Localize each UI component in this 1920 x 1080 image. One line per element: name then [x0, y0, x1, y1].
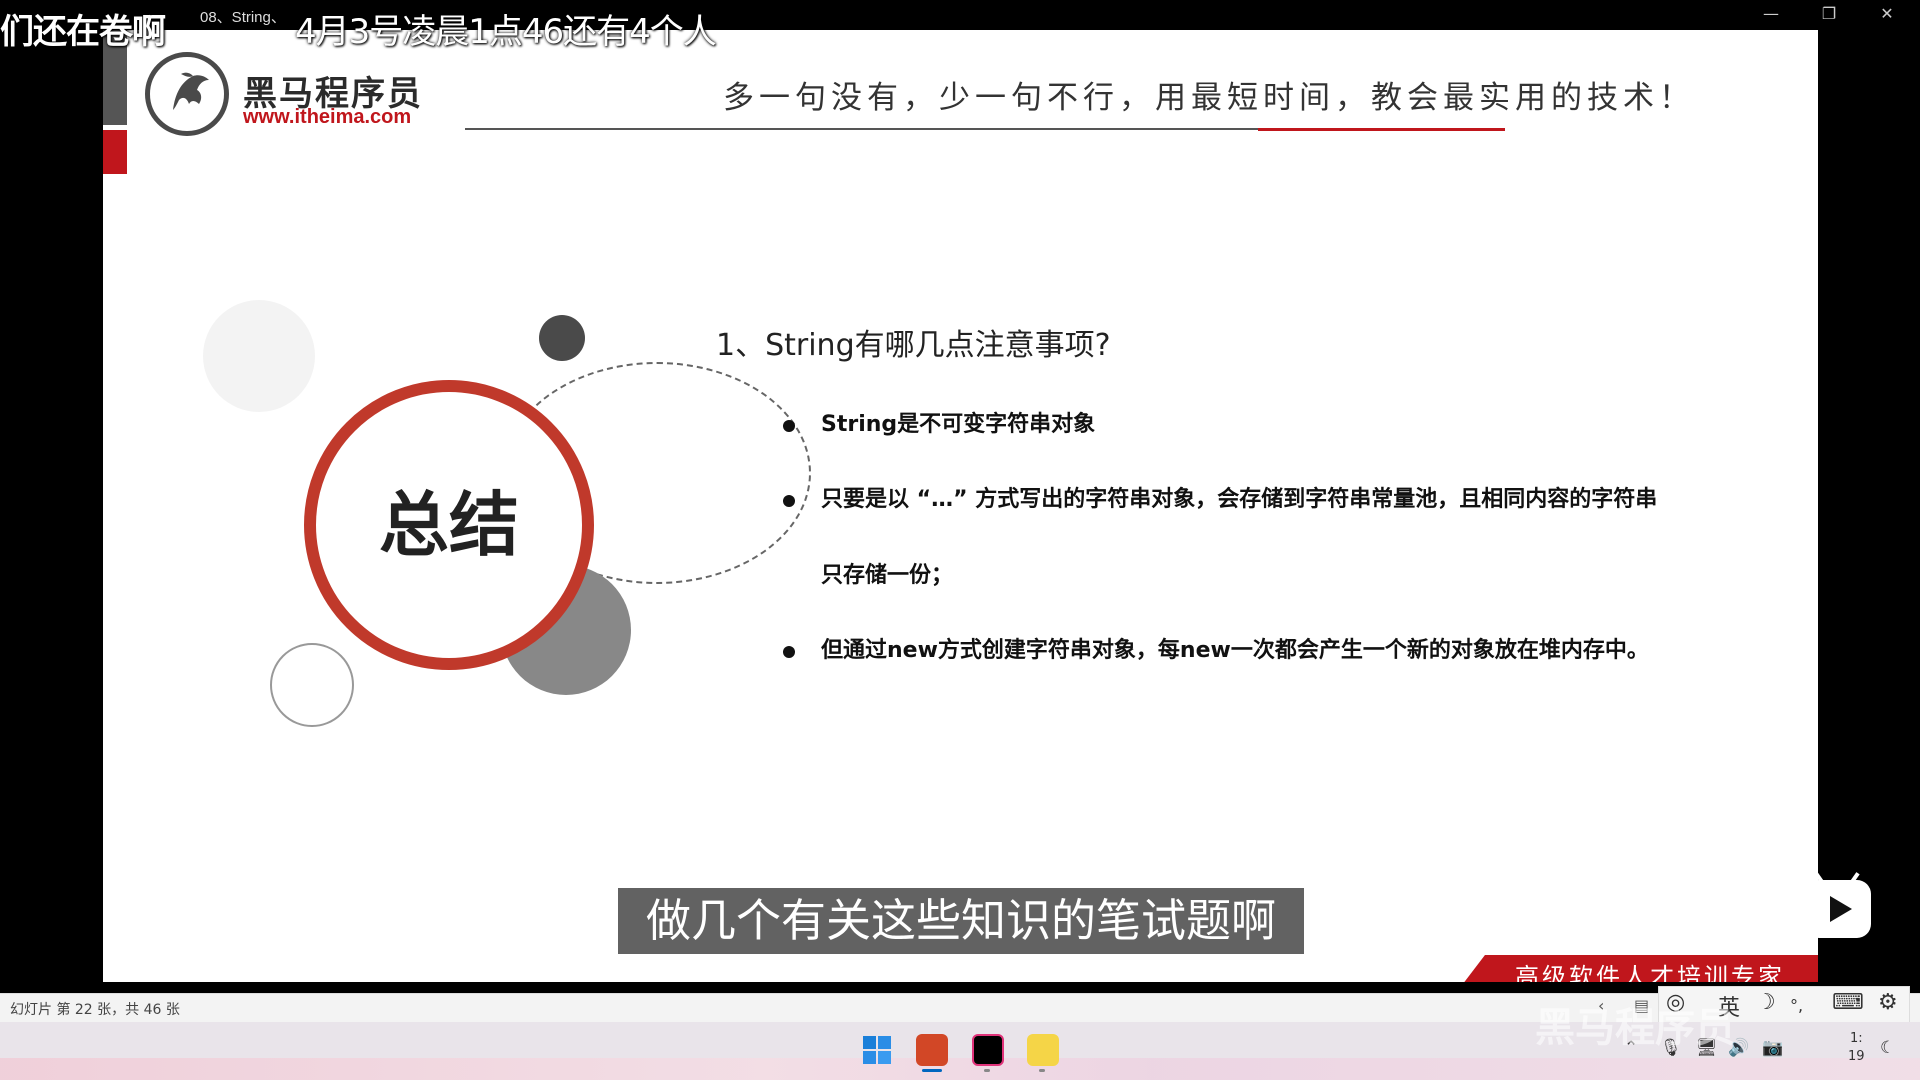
decorative-small-ring: [270, 643, 354, 727]
bullet-dot: [783, 420, 795, 432]
taskbar-background: [0, 1058, 1920, 1080]
gear-icon[interactable]: ⚙: [1878, 990, 1898, 1015]
decorative-circle-light: [203, 300, 315, 412]
notification-moon-icon[interactable]: ☾: [1880, 1038, 1895, 1058]
window-title: 08、String、: [200, 9, 286, 26]
slide-accent-bar-red: [103, 130, 127, 174]
moon-icon[interactable]: ☽: [1756, 990, 1776, 1015]
bullet-text-1: String是不可变字符串对象: [821, 412, 1096, 437]
restore-button[interactable]: ❐: [1800, 0, 1858, 30]
windows-start-icon[interactable]: [862, 1035, 892, 1065]
keyboard-icon[interactable]: ⌨: [1832, 990, 1864, 1015]
window-title-bar: [0, 0, 1920, 30]
bullet-text-3: 但通过new方式创建字符串对象，每new一次都会产生一个新的对象放在堆内存中。: [821, 638, 1649, 663]
camera-icon[interactable]: 📷: [1762, 1038, 1783, 1058]
slide-count: 幻灯片 第 22 张，共 46 张: [10, 1002, 180, 1018]
danmaku-comment: 4月3号凌晨1点46还有4个人: [295, 12, 717, 52]
horse-logo-icon: [173, 72, 209, 110]
running-app-indicator: [984, 1069, 990, 1072]
header-divider-accent: [1258, 128, 1505, 131]
sticky-notes-icon[interactable]: [1027, 1034, 1059, 1066]
slide-slogan: 多一句没有，少一句不行，用最短时间，教会最实用的技术！: [723, 80, 1695, 116]
presentation-slide: 黑马程序员 www.itheima.com 多一句没有，少一句不行，用最短时间，…: [103, 30, 1818, 982]
powerpoint-icon[interactable]: [916, 1034, 948, 1066]
bullet-dot: [783, 646, 795, 658]
bullet-dot: [783, 495, 795, 507]
video-subtitle: 做几个有关这些知识的笔试题啊: [618, 888, 1304, 954]
punctuation-icon[interactable]: °,: [1790, 996, 1803, 1015]
taskbar-clock[interactable]: 1: 19: [1848, 1030, 1865, 1066]
summary-title: 总结: [379, 484, 519, 566]
video-watermark: 黑马程序员: [1535, 1005, 1735, 1051]
decorative-dot-dark: [539, 315, 585, 361]
intellij-idea-icon[interactable]: [972, 1034, 1004, 1066]
active-app-indicator: [922, 1069, 942, 1072]
clock-time: 1:: [1849, 1031, 1863, 1046]
minimize-button[interactable]: —: [1742, 0, 1800, 30]
question-heading: 1、String有哪几点注意事项?: [716, 328, 1111, 363]
logo-url: www.itheima.com: [243, 106, 412, 128]
danmaku-comment: 们还在卷啊: [0, 12, 166, 52]
slide-banner-text: 高级软件人才培训专家: [1515, 963, 1785, 982]
bullet-text-2: 只要是以 “…” 方式写出的字符串对象，会存储到字符串常量池，且相同内容的字符串: [821, 487, 1658, 512]
play-icon: [1830, 896, 1852, 922]
bullet-text-2-continued: 只存储一份；: [821, 563, 954, 588]
clock-date: 19: [1848, 1049, 1865, 1064]
running-app-indicator: [1039, 1069, 1045, 1072]
close-button[interactable]: ✕: [1858, 0, 1916, 30]
